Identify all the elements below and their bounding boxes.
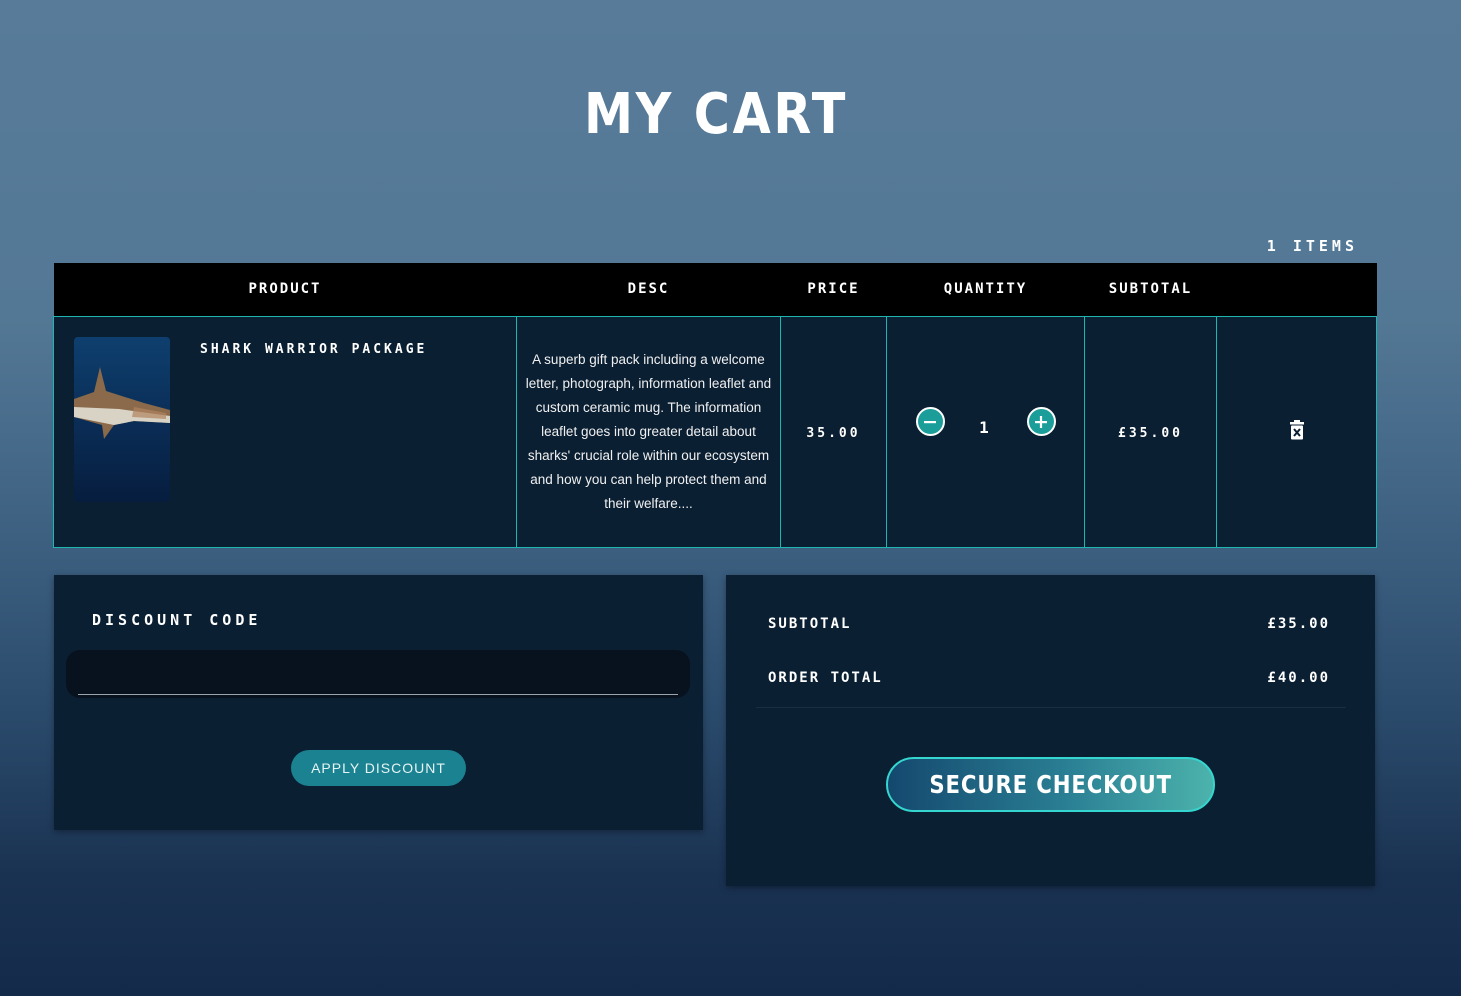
product-description: A superb gift pack including a welcome l… <box>525 351 772 511</box>
header-desc: DESC <box>516 263 781 316</box>
summary-divider <box>756 707 1346 708</box>
table-row: SHARK WARRIOR PACKAGE A superb gift pack… <box>53 315 1377 548</box>
quantity-value[interactable]: 1 <box>945 406 1027 437</box>
order-summary-panel: SUBTOTAL £35.00 ORDER TOTAL £40.00 SECUR… <box>726 575 1375 886</box>
summary-subtotal-row: SUBTOTAL £35.00 <box>768 616 1330 632</box>
description-cell: A superb gift pack including a welcome l… <box>516 315 781 548</box>
remove-item-button[interactable] <box>1289 419 1305 444</box>
shark-product-image[interactable] <box>74 336 170 502</box>
decrease-quantity-button[interactable] <box>915 407 945 436</box>
discount-field-wrapper <box>66 650 690 698</box>
secure-checkout-label: SECURE CHECKOUT <box>929 770 1172 799</box>
quantity-stepper: 1 <box>887 406 1084 437</box>
product-cell: SHARK WARRIOR PACKAGE <box>53 315 517 548</box>
summary-subtotal-label: SUBTOTAL <box>768 616 852 632</box>
items-count: 1 ITEMS <box>1266 237 1358 255</box>
trash-icon <box>1289 419 1304 439</box>
summary-order-total-row: ORDER TOTAL £40.00 <box>768 670 1330 686</box>
minus-icon <box>924 420 936 423</box>
cart-table: PRODUCT DESC PRICE QUANTITY SUBTOTAL SHA… <box>53 263 1377 548</box>
secure-checkout-button[interactable]: SECURE CHECKOUT <box>886 757 1215 812</box>
price-cell: 35.00 <box>780 315 887 548</box>
row-subtotal: £35.00 <box>1118 426 1183 441</box>
table-header-row: PRODUCT DESC PRICE QUANTITY SUBTOTAL <box>53 263 1377 316</box>
increase-quantity-button[interactable] <box>1026 407 1056 436</box>
header-subtotal: SUBTOTAL <box>1084 263 1217 316</box>
discount-code-label: DISCOUNT CODE <box>92 611 262 629</box>
order-total-label: ORDER TOTAL <box>768 670 883 686</box>
header-quantity: QUANTITY <box>886 263 1085 316</box>
apply-discount-button[interactable]: APPLY DISCOUNT <box>291 750 466 786</box>
remove-cell <box>1216 315 1377 548</box>
quantity-cell: 1 <box>886 315 1085 548</box>
order-total-value: £40.00 <box>1267 670 1330 686</box>
plus-icon <box>1035 415 1047 428</box>
discount-code-input[interactable] <box>78 656 678 695</box>
subtotal-cell: £35.00 <box>1084 315 1217 548</box>
header-price: PRICE <box>780 263 887 316</box>
product-name[interactable]: SHARK WARRIOR PACKAGE <box>200 342 427 357</box>
product-price: 35.00 <box>806 426 861 441</box>
page-title: MY CART <box>583 82 848 147</box>
summary-subtotal-value: £35.00 <box>1267 616 1330 632</box>
discount-panel: DISCOUNT CODE APPLY DISCOUNT <box>54 575 703 830</box>
header-actions <box>1216 263 1377 316</box>
header-product: PRODUCT <box>53 263 517 316</box>
